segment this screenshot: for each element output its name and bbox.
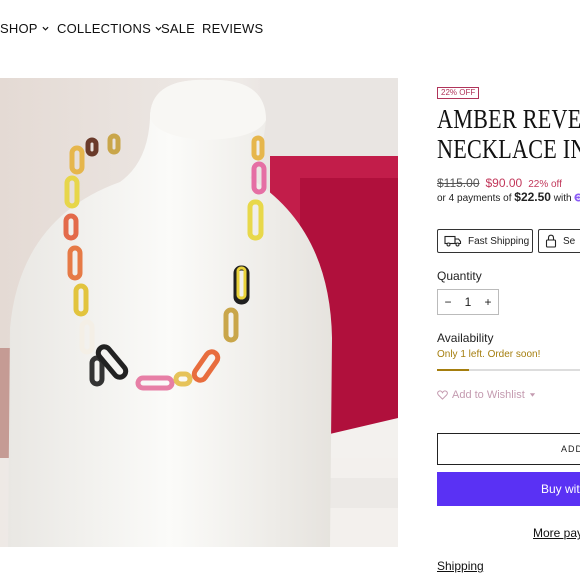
buy-now-button[interactable]: Buy with — [437, 472, 580, 506]
nav-reviews[interactable]: REVIEWS — [202, 21, 263, 36]
shipping-link[interactable]: Shipping — [437, 559, 484, 573]
fast-shipping-label: Fast Shipping — [468, 235, 530, 247]
stock-note: Only 1 left. Order soon! — [437, 349, 541, 360]
nav-shop[interactable]: SHOP — [0, 21, 49, 36]
nav-sale-label: SALE — [161, 21, 196, 36]
more-payment-options-link[interactable]: More pay — [533, 526, 580, 540]
quantity-decrease-button[interactable]: − — [440, 295, 456, 309]
nav-shop-label: SHOP — [0, 21, 38, 36]
nav-collections[interactable]: COLLECTIONS — [57, 21, 162, 36]
quantity-increase-button[interactable]: + — [480, 295, 496, 309]
sezzle-logo-icon — [574, 193, 580, 202]
installment-info: or 4 payments of $22.50 with s — [437, 190, 580, 204]
product-title-line-2: NECKLACE IN — [437, 134, 580, 164]
caret-down-icon — [529, 393, 535, 397]
add-to-wishlist-link[interactable]: Add to Wishlist — [437, 389, 536, 401]
product-image[interactable] — [0, 78, 398, 547]
quantity-value[interactable]: 1 — [460, 295, 476, 309]
fast-shipping-badge[interactable]: Fast Shipping — [437, 229, 533, 253]
stock-level-bar — [437, 369, 580, 371]
installment-suffix: with — [550, 193, 575, 204]
stock-level-fill — [437, 369, 469, 371]
product-title-line-1: AMBER REVER — [437, 104, 580, 134]
quantity-stepper: − 1 + — [437, 289, 499, 315]
product-title: AMBER REVER NECKLACE IN — [437, 104, 580, 164]
nav-collections-label: COLLECTIONS — [57, 21, 151, 36]
top-navigation: SHOP COLLECTIONS SALE REVIEWS — [0, 0, 580, 58]
availability-label: Availability — [437, 331, 494, 345]
add-to-cart-button[interactable]: ADD — [437, 433, 580, 465]
discount-percent: 22% off — [528, 179, 562, 190]
installment-amount: $22.50 — [514, 190, 551, 204]
compare-price: $115.00 — [437, 176, 480, 190]
price-row: $115.00 $90.00 22% off — [437, 176, 562, 190]
sale-price: $90.00 — [485, 176, 523, 190]
wishlist-label: Add to Wishlist — [452, 389, 525, 401]
heart-icon — [437, 390, 448, 400]
secure-label: Se — [563, 235, 576, 247]
chevron-down-icon — [42, 26, 49, 31]
necklace-bust-illustration — [0, 78, 398, 547]
buy-now-label: Buy with — [541, 482, 580, 496]
truck-icon — [444, 235, 462, 247]
installment-prefix: or 4 payments of — [437, 193, 515, 204]
secure-checkout-badge[interactable]: Se — [538, 229, 580, 253]
lock-icon — [545, 234, 557, 248]
nav-reviews-label: REVIEWS — [202, 21, 264, 36]
quantity-label: Quantity — [437, 269, 482, 283]
add-to-cart-label: ADD — [561, 444, 580, 454]
nav-sale[interactable]: SALE — [161, 21, 195, 36]
discount-badge: 22% OFF — [437, 87, 480, 99]
